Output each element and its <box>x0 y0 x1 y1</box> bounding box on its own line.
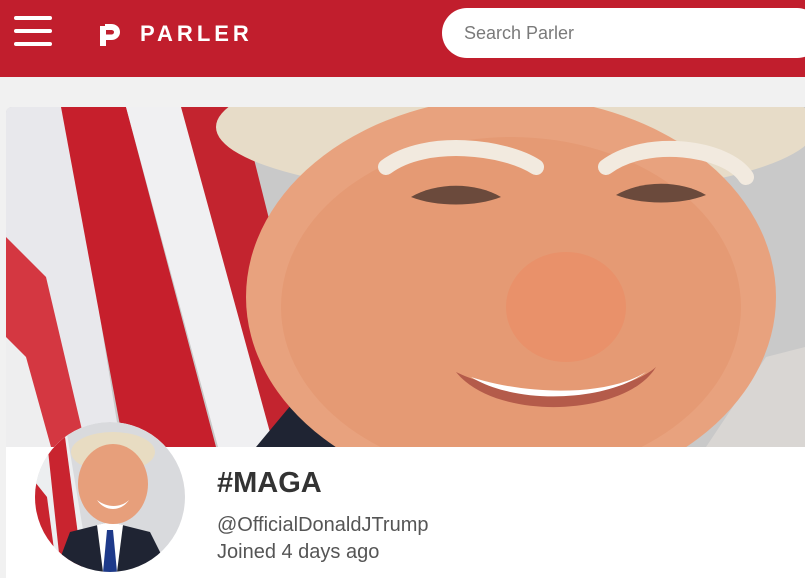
profile-card: #MAGA @OfficialDonaldJTrump Joined 4 day… <box>6 107 805 578</box>
search-input[interactable] <box>442 8 805 58</box>
profile-display-name: #MAGA <box>217 467 322 499</box>
profile-banner-image[interactable] <box>6 107 805 447</box>
profile-avatar[interactable] <box>35 422 185 572</box>
avatar-image <box>35 422 185 572</box>
profile-handle: @OfficialDonaldJTrump <box>217 514 429 536</box>
parler-p-logo-icon <box>100 24 120 46</box>
hamburger-menu-icon[interactable] <box>14 16 52 48</box>
top-navigation-bar: PARLER <box>0 0 805 77</box>
menu-line <box>14 42 52 46</box>
profile-joined-date: Joined 4 days ago <box>217 541 380 563</box>
menu-line <box>14 16 52 20</box>
parler-logo-link[interactable]: PARLER <box>96 20 253 48</box>
menu-line <box>14 29 52 33</box>
brand-name: PARLER <box>140 21 253 46</box>
